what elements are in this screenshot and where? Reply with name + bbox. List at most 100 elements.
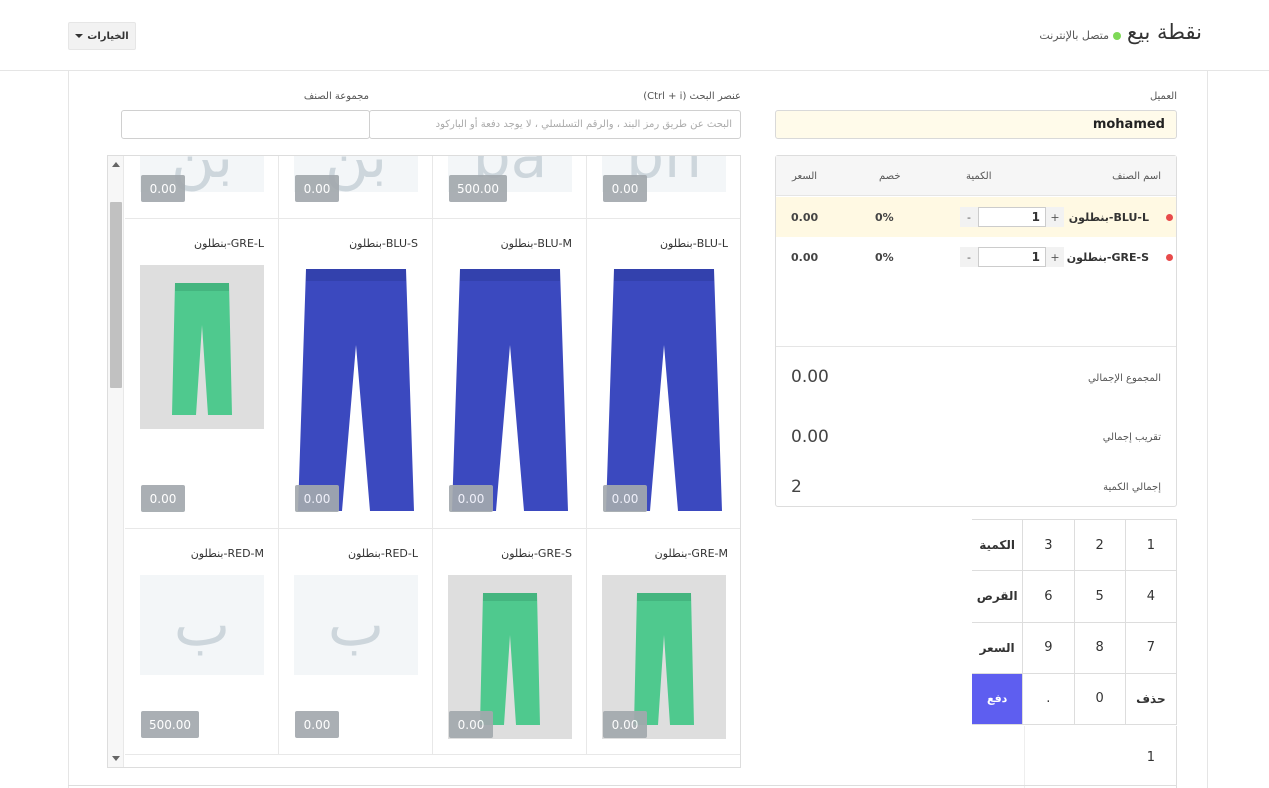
product-card[interactable]: بن 0.00 xyxy=(279,156,433,219)
key-3[interactable]: 3 xyxy=(1023,520,1075,572)
options-button[interactable]: الخيارات xyxy=(68,22,136,50)
order-row[interactable]: بنطلون-BLU-L - 1 + 0% 0.00 xyxy=(776,197,1176,237)
product-image xyxy=(294,265,418,511)
pants-icon xyxy=(452,269,568,511)
order-item-name: بنطلون-GRE-S xyxy=(1066,251,1149,264)
online-dot-icon xyxy=(1113,31,1121,40)
key-9[interactable]: 9 xyxy=(1023,622,1075,674)
key-6[interactable]: 6 xyxy=(1023,571,1075,623)
remove-dot-icon[interactable] xyxy=(1166,254,1173,261)
connection-status: متصل بالإنترنت xyxy=(1039,29,1121,42)
bottom-divider xyxy=(68,785,1176,786)
pants-icon xyxy=(298,269,414,511)
page-title: نقطة بيع xyxy=(1127,20,1202,44)
order-panel: اسم الصنف الكمية خصم السعر بنطلون-BLU-L … xyxy=(775,155,1177,507)
order-item-price: 0.00 xyxy=(791,211,819,224)
top-bar: نقطة بيع متصل بالإنترنت الخيارات xyxy=(0,0,1269,71)
customer-label: العميل xyxy=(1149,91,1177,102)
product-card[interactable]: بنطلون-GRE-S 0.00 xyxy=(433,529,587,755)
key-delete[interactable]: حذف xyxy=(1125,673,1177,725)
key-1[interactable]: 1 xyxy=(1125,520,1177,572)
rounded-total-label: تقريب إجمالي xyxy=(1102,432,1161,443)
key-5[interactable]: 5 xyxy=(1074,571,1126,623)
search-label: عنصر البحث (Ctrl + i) xyxy=(643,91,741,102)
product-card[interactable]: بنطلون-BLU-S 0.00 xyxy=(279,219,433,529)
key-price[interactable]: السعر xyxy=(972,622,1024,674)
key-4[interactable]: 4 xyxy=(1125,571,1177,623)
key-0[interactable]: 0 xyxy=(1074,673,1126,725)
grand-total-value: 0.00 xyxy=(791,367,829,387)
pos-screen: نقطة بيع متصل بالإنترنت الخيارات العميل … xyxy=(0,0,1269,788)
grand-total-label: المجموع الإجمالي xyxy=(1087,373,1161,384)
product-name: بنطلون-BLU-L xyxy=(659,237,728,250)
totals-divider xyxy=(776,346,1176,347)
product-price: 500.00 xyxy=(449,175,507,202)
product-card[interactable]: بنطلون-RED-M ب 500.00 xyxy=(125,529,279,755)
order-item-price: 0.00 xyxy=(791,251,819,264)
scroll-thumb[interactable] xyxy=(110,202,122,388)
product-scrollbar[interactable] xyxy=(108,156,124,767)
item-group-label: مجموعة الصنف xyxy=(303,91,369,102)
connection-status-text: متصل بالإنترنت xyxy=(1039,29,1109,42)
product-card[interactable]: بنطلون-RED-L ب 0.00 xyxy=(279,529,433,755)
total-qty-label: إجمالي الكمية xyxy=(1103,482,1161,493)
customer-value: mohamed xyxy=(1092,117,1165,132)
key-7[interactable]: 7 xyxy=(1125,622,1177,674)
product-price: 0.00 xyxy=(295,175,339,202)
total-qty-value: 2 xyxy=(791,477,802,497)
product-card[interactable]: بنطلون-BLU-M 0.00 xyxy=(433,219,587,529)
pay-button[interactable]: دفع xyxy=(972,673,1024,725)
search-input[interactable]: البحث عن طريق رمز البند ، والرقم التسلسل… xyxy=(369,110,741,139)
customer-field[interactable]: mohamed xyxy=(775,110,1177,139)
pants-icon xyxy=(140,265,264,429)
order-item-name: بنطلون-BLU-L xyxy=(1068,211,1149,224)
product-name: بنطلون-BLU-S xyxy=(349,237,418,250)
search-placeholder: البحث عن طريق رمز البند ، والرقم التسلسل… xyxy=(435,119,732,130)
rounded-total-value: 0.00 xyxy=(791,427,829,447)
product-name: بنطلون-RED-M xyxy=(190,547,264,560)
product-name: بنطلون-GRE-L xyxy=(194,237,264,250)
key-decimal[interactable]: . xyxy=(1023,673,1075,725)
pants-icon xyxy=(606,269,722,511)
product-card[interactable]: بن 0.00 xyxy=(125,156,279,219)
product-price: 0.00 xyxy=(603,485,647,512)
product-price: 0.00 xyxy=(603,175,647,202)
keypad-display-spacer xyxy=(972,726,1025,788)
product-name: بنطلون-RED-L xyxy=(348,547,418,560)
col-item: اسم الصنف xyxy=(1112,171,1161,182)
caret-down-icon xyxy=(75,34,84,38)
decrement-button[interactable]: - xyxy=(960,247,978,267)
remove-dot-icon[interactable] xyxy=(1166,214,1173,221)
key-quantity[interactable]: الكمية xyxy=(972,520,1024,572)
quantity-input[interactable]: 1 xyxy=(978,247,1046,267)
product-price: 500.00 xyxy=(141,711,199,738)
scroll-up-icon[interactable] xyxy=(112,162,120,167)
col-qty: الكمية xyxy=(966,171,992,182)
keypad-border xyxy=(1176,726,1177,788)
product-price: 0.00 xyxy=(141,175,185,202)
product-card[interactable]: ba 500.00 xyxy=(433,156,587,219)
product-image xyxy=(140,265,264,429)
product-card[interactable]: بنطلون-BLU-L 0.00 xyxy=(587,219,740,529)
product-placeholder: ب xyxy=(140,575,264,675)
key-2[interactable]: 2 xyxy=(1074,520,1126,572)
col-discount: خصم xyxy=(879,171,901,182)
product-price: 0.00 xyxy=(449,485,493,512)
product-card[interactable]: بنطلون-GRE-L 0.00 xyxy=(125,219,279,529)
keypad-display: 1 xyxy=(1146,750,1155,765)
product-price: 0.00 xyxy=(141,485,185,512)
key-8[interactable]: 8 xyxy=(1074,622,1126,674)
product-card[interactable]: bn 0.00 xyxy=(587,156,740,219)
quantity-input[interactable]: 1 xyxy=(978,207,1046,227)
order-item-discount: 0% xyxy=(875,251,894,264)
order-row[interactable]: بنطلون-GRE-S - 1 + 0% 0.00 xyxy=(776,237,1176,277)
product-card[interactable]: بنطلون-GRE-M 0.00 xyxy=(587,529,740,755)
product-grid: بن 0.00 بن 0.00 ba 500.00 bn 0.00 بنطلون… xyxy=(107,155,741,768)
key-discount[interactable]: القرص xyxy=(972,571,1024,623)
increment-button[interactable]: + xyxy=(1046,247,1064,267)
scroll-down-icon[interactable] xyxy=(112,756,120,761)
increment-button[interactable]: + xyxy=(1046,207,1064,227)
item-group-select[interactable] xyxy=(121,110,370,139)
decrement-button[interactable]: - xyxy=(960,207,978,227)
product-price: 0.00 xyxy=(295,711,339,738)
